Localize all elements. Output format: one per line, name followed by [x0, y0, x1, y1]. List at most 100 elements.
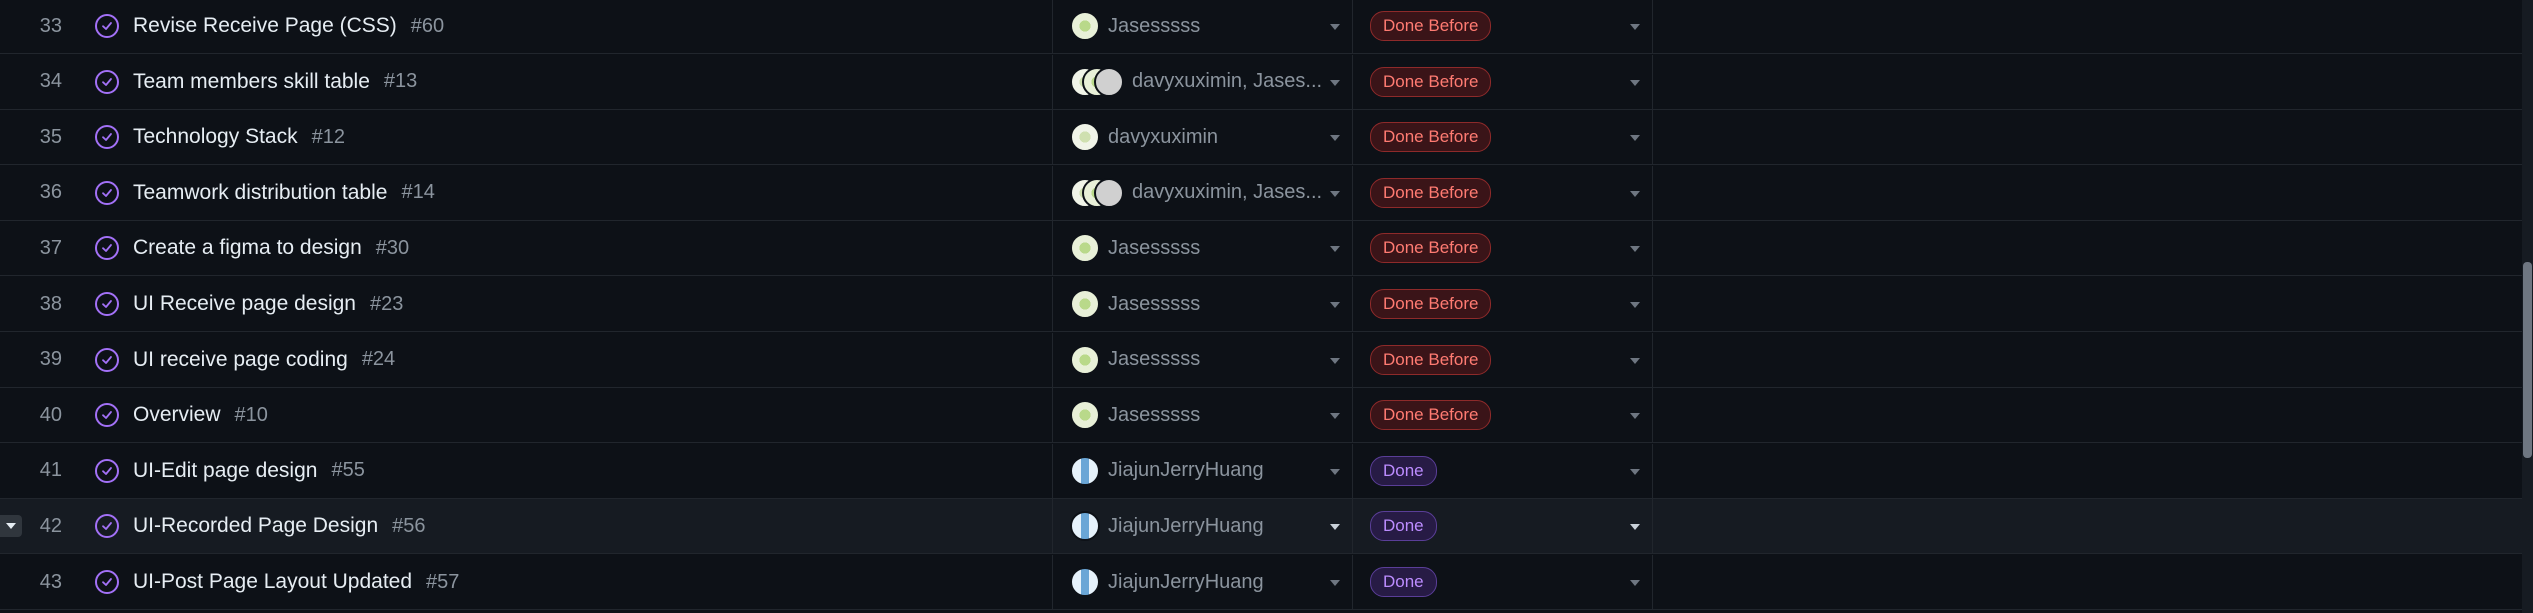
status-cell[interactable]: Done Before	[1353, 388, 1653, 443]
table-row[interactable]: 34 Team members skill table #13 davyxuximin…	[0, 54, 2522, 110]
row-number: 35	[39, 125, 62, 148]
issue-title-link[interactable]: Technology Stack	[133, 125, 298, 149]
caret-down-icon[interactable]	[1630, 580, 1640, 586]
caret-down-icon[interactable]	[1330, 190, 1340, 197]
title-cell[interactable]: Team members skill table #13	[62, 54, 1053, 109]
caret-down-icon[interactable]	[1330, 24, 1340, 30]
caret-down-icon[interactable]	[1330, 468, 1340, 475]
empty-cell	[1653, 166, 2522, 220]
table-row[interactable]: 40 Overview #10 Jasesssss Done Before	[0, 388, 2522, 444]
assignee-cell[interactable]: Jasesssss	[1053, 221, 1353, 276]
caret-down-icon[interactable]	[1330, 79, 1340, 86]
status-badge: Done	[1370, 567, 1437, 597]
title-cell[interactable]: UI Receive page design #23	[62, 277, 1053, 331]
title-cell[interactable]: UI-Edit page design #55	[62, 443, 1053, 498]
avatar-group	[1070, 177, 1124, 208]
caret-down-icon[interactable]	[1630, 357, 1640, 364]
avatar-group	[1070, 400, 1100, 431]
status-cell[interactable]: Done	[1353, 443, 1653, 498]
assignee-cell[interactable]: Jasesssss	[1053, 388, 1353, 443]
title-cell[interactable]: Revise Receive Page (CSS) #60	[62, 0, 1053, 53]
issue-title-link[interactable]: UI-Edit page design	[133, 459, 317, 483]
status-badge: Done Before	[1370, 400, 1492, 431]
status-cell[interactable]: Done Before	[1353, 54, 1653, 109]
assignee-cell[interactable]: Jasesssss	[1053, 0, 1353, 53]
assignee-cell[interactable]: JiajunJerryHuang	[1053, 443, 1353, 498]
caret-down-icon[interactable]	[1630, 468, 1640, 475]
status-badge: Done Before	[1370, 66, 1492, 97]
caret-down-icon[interactable]	[1330, 580, 1340, 586]
issue-title-link[interactable]: Team members skill table	[133, 70, 370, 94]
issue-title-link[interactable]: UI Receive page design	[133, 292, 356, 316]
circle-check-icon	[95, 347, 119, 372]
status-cell[interactable]: Done	[1353, 499, 1653, 554]
assignee-cell[interactable]: JiajunJerryHuang	[1053, 555, 1353, 609]
title-cell[interactable]: UI-Post Page Layout Updated #57	[62, 555, 1053, 609]
table-row[interactable]: 33 Revise Receive Page (CSS) #60 Jasesssss D…	[0, 0, 2522, 54]
issue-title-link[interactable]: UI-Recorded Page Design	[133, 514, 378, 538]
caret-down-icon[interactable]	[1330, 302, 1340, 308]
caret-down-icon[interactable]	[1630, 79, 1640, 86]
status-badge: Done Before	[1370, 344, 1492, 375]
issue-title-link[interactable]: Overview	[133, 403, 221, 427]
title-cell[interactable]: Technology Stack #12	[62, 110, 1053, 165]
assignee-name: Jasesssss	[1108, 14, 1201, 37]
title-cell[interactable]: UI receive page coding #24	[62, 332, 1053, 387]
assignee-name: Jasesssss	[1108, 348, 1201, 371]
table-row[interactable]: 38 UI Receive page design #23 Jasesssss Done…	[0, 277, 2522, 332]
scrollbar-thumb[interactable]	[2523, 262, 2532, 458]
avatar-group	[1070, 455, 1100, 486]
table-row[interactable]: 35 Technology Stack #12 davyxuximin Done Bef…	[0, 110, 2522, 166]
assignee-cell[interactable]: Jasesssss	[1053, 332, 1353, 387]
status-cell[interactable]: Done	[1353, 555, 1653, 609]
caret-down-icon[interactable]	[1630, 24, 1640, 30]
table-row[interactable]: 39 UI receive page coding #24 Jasesssss Done…	[0, 332, 2522, 388]
status-cell[interactable]: Done Before	[1353, 277, 1653, 331]
table-row[interactable]: 37 Create a figma to design #30 Jasesssss Do…	[0, 221, 2522, 277]
issue-title-link[interactable]: UI receive page coding	[133, 348, 348, 372]
issue-title-link[interactable]: Revise Receive Page (CSS)	[133, 14, 397, 38]
issue-title-link[interactable]: Teamwork distribution table	[133, 181, 387, 205]
avatar	[1094, 177, 1124, 208]
status-cell[interactable]: Done Before	[1353, 110, 1653, 165]
caret-down-icon[interactable]	[1630, 190, 1640, 197]
avatar-group	[1070, 511, 1100, 542]
status-cell[interactable]: Done Before	[1353, 221, 1653, 276]
caret-down-icon[interactable]	[1330, 524, 1340, 531]
table-row[interactable]: 43 UI-Post Page Layout Updated #57 JiajunJe…	[0, 555, 2522, 610]
caret-down-icon[interactable]	[1630, 302, 1640, 308]
empty-cell	[1653, 333, 2522, 387]
caret-down-icon[interactable]	[1330, 413, 1340, 420]
title-cell[interactable]: Create a figma to design #30	[62, 221, 1053, 276]
issue-number: #60	[410, 14, 445, 37]
assignee-cell[interactable]: davyxuximin	[1053, 110, 1353, 165]
caret-down-icon[interactable]	[1630, 524, 1640, 531]
vertical-scrollbar[interactable]	[2522, 0, 2533, 613]
issue-title-link[interactable]: UI-Post Page Layout Updated	[133, 570, 412, 594]
status-cell[interactable]: Done Before	[1353, 165, 1653, 220]
caret-down-icon[interactable]	[1330, 357, 1340, 364]
status-cell[interactable]: Done Before	[1353, 332, 1653, 387]
empty-cell	[1653, 110, 2522, 164]
table-row[interactable]: 42 UI-Recorded Page Design #56 JiajunJerryH…	[0, 499, 2522, 555]
assignee-cell[interactable]: davyxuximin, Jases...	[1053, 165, 1353, 220]
table-row[interactable]: 41 UI-Edit page design #55 JiajunJerryHuang…	[0, 443, 2522, 499]
caret-down-icon[interactable]	[1330, 246, 1340, 253]
assignee-cell[interactable]: Jasesssss	[1053, 277, 1353, 331]
issue-number: #14	[401, 181, 435, 204]
assignee-cell[interactable]: JiajunJerryHuang	[1053, 499, 1353, 554]
issue-title-link[interactable]: Create a figma to design	[133, 236, 362, 260]
title-cell[interactable]: UI-Recorded Page Design #56	[62, 499, 1053, 554]
title-cell[interactable]: Teamwork distribution table #14	[62, 165, 1053, 220]
status-cell[interactable]: Done Before	[1353, 0, 1653, 53]
caret-down-icon[interactable]	[1630, 246, 1640, 253]
caret-down-icon[interactable]	[1630, 413, 1640, 420]
issue-number: #23	[369, 292, 404, 315]
circle-check-icon	[95, 125, 119, 150]
table-row[interactable]: 36 Teamwork distribution table #14 davyxuxi…	[0, 165, 2522, 221]
caret-down-icon[interactable]	[1330, 135, 1340, 142]
title-cell[interactable]: Overview #10	[62, 388, 1053, 443]
assignee-name: JiajunJerryHuang	[1108, 459, 1264, 482]
caret-down-icon[interactable]	[1630, 135, 1640, 142]
assignee-cell[interactable]: davyxuximin, Jases...	[1053, 54, 1353, 109]
